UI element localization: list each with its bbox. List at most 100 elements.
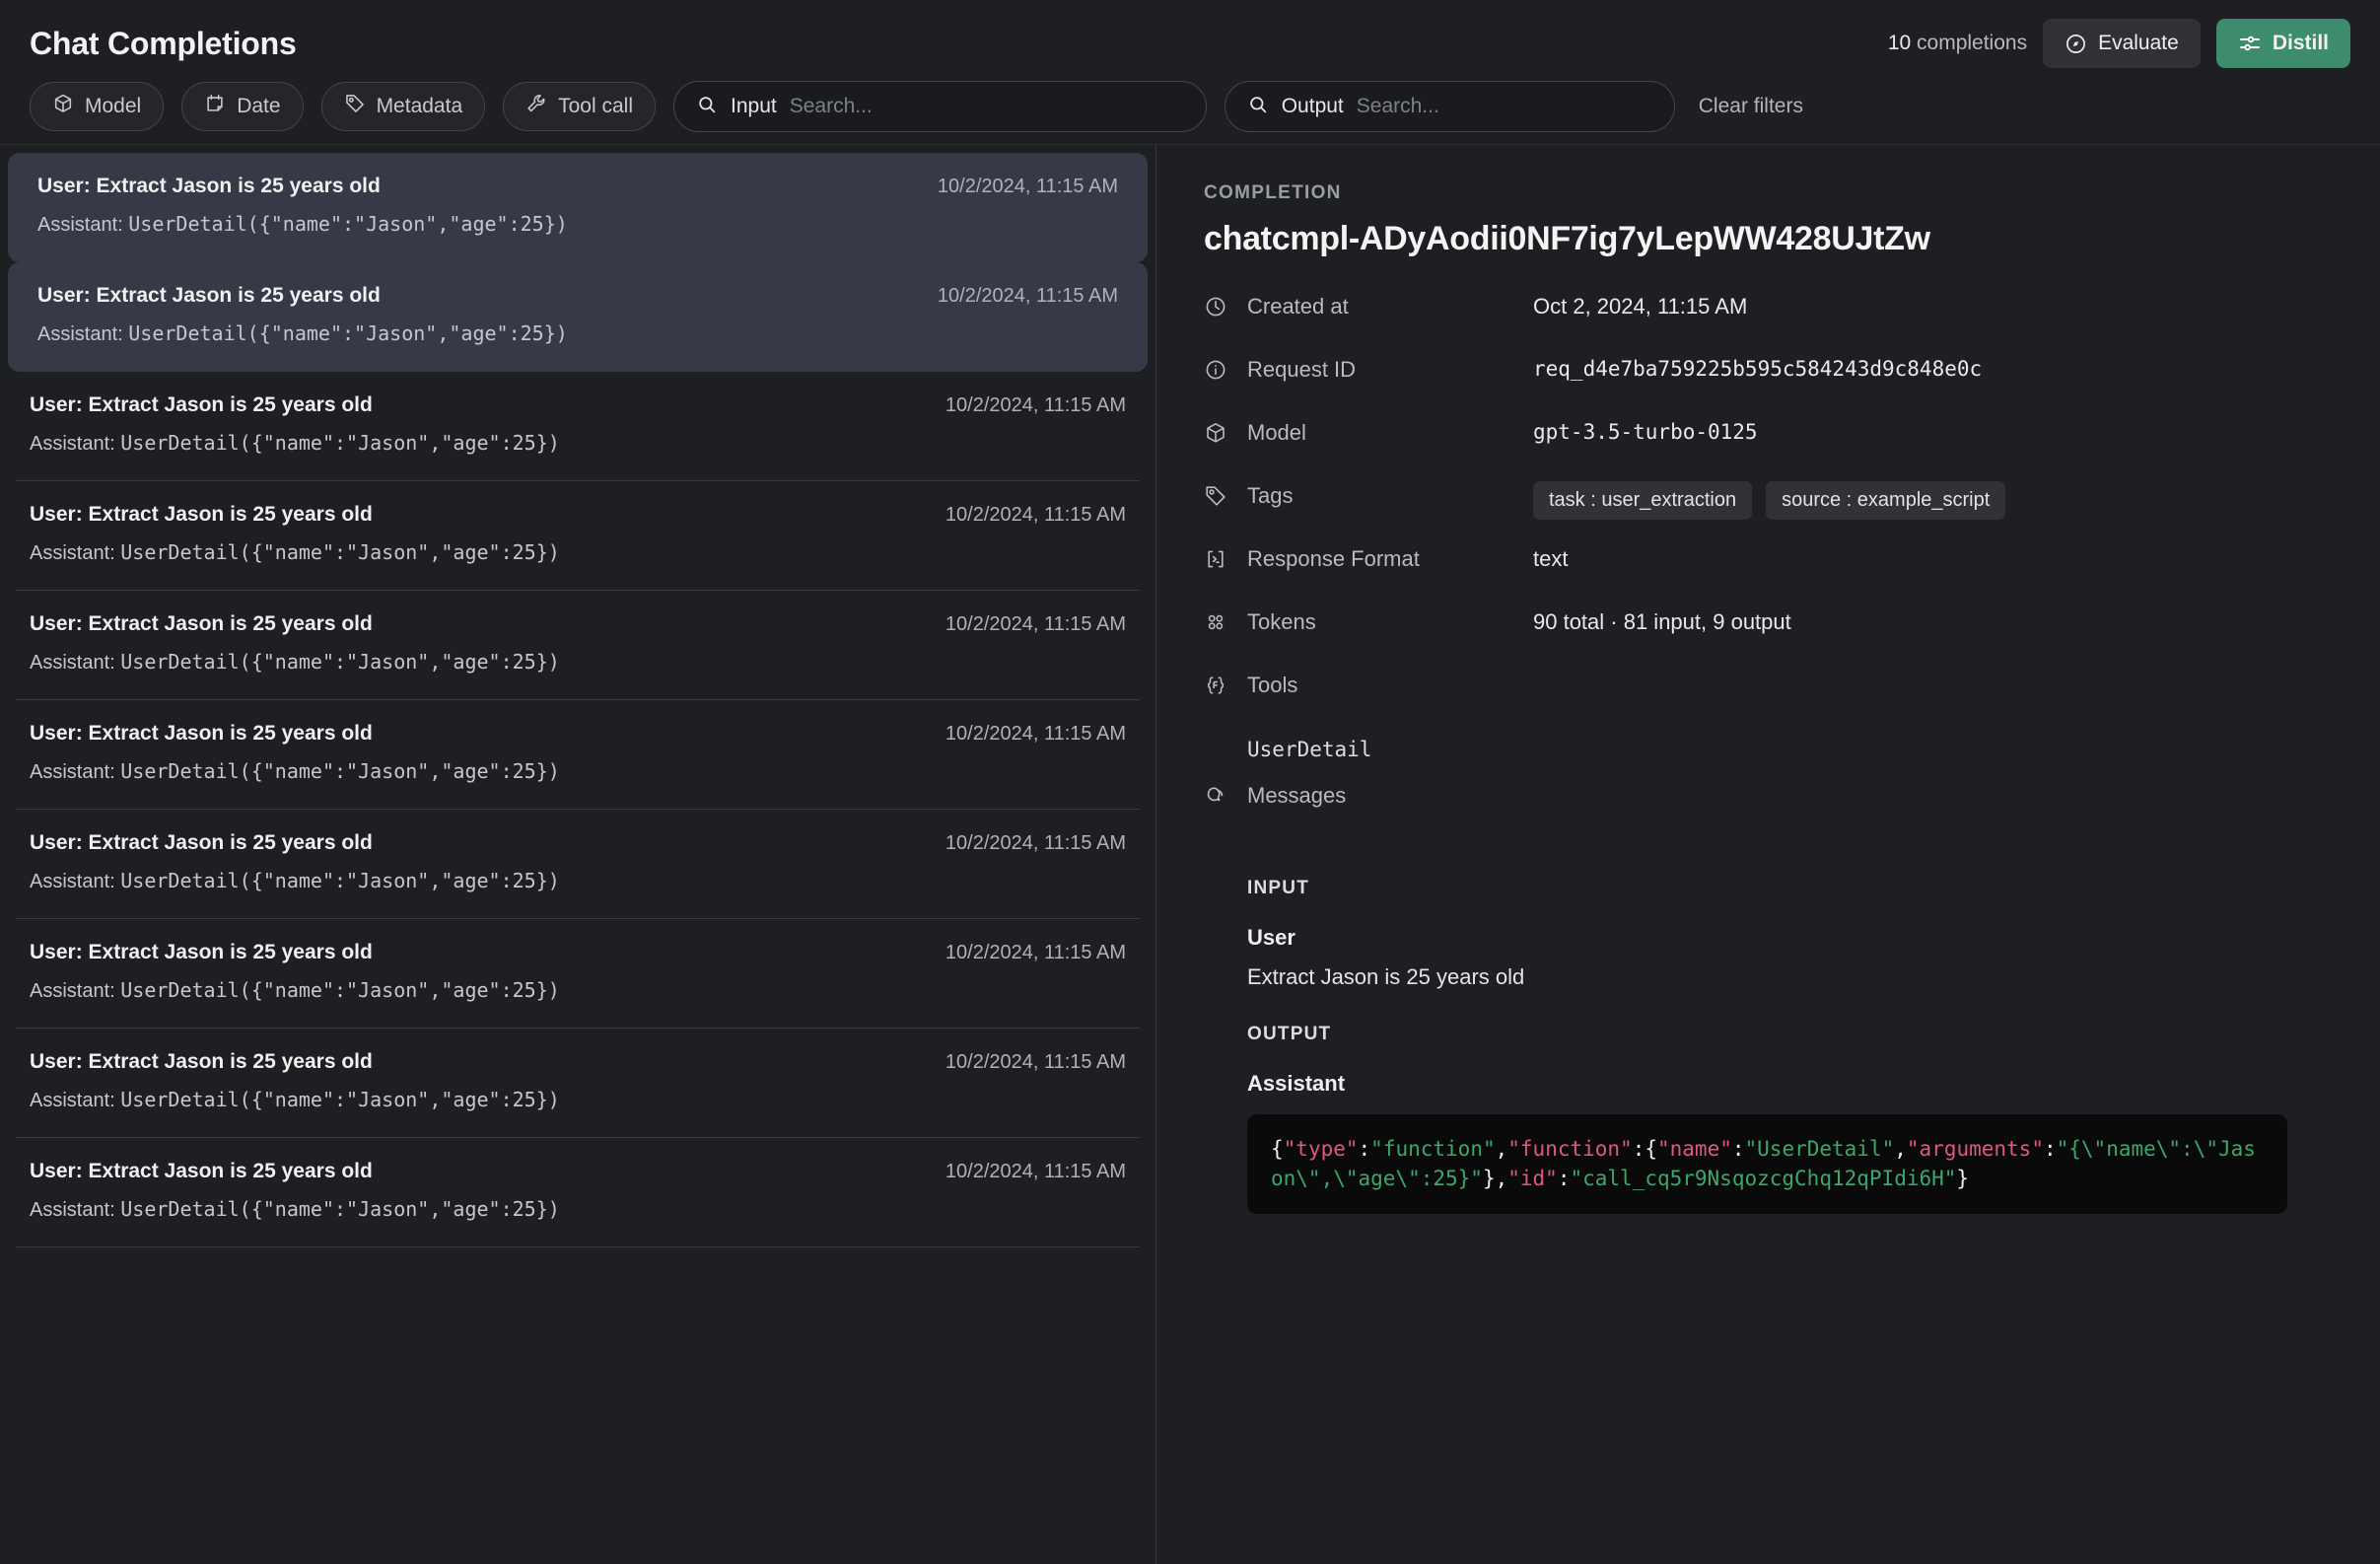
tag-chip: source : example_script (1766, 481, 2005, 520)
list-item-assistant: Assistant: UserDetail({"name":"Jason","a… (30, 1197, 1126, 1222)
meta-row-created-at: Created at Oct 2, 2024, 11:15 AM (1204, 292, 2337, 355)
input-kicker: INPUT (1247, 878, 2337, 899)
list-item-timestamp: 10/2/2024, 11:15 AM (945, 394, 1126, 417)
completion-id: chatcmpl-ADyAodii0NF7ig7yLepWW428UJtZw (1204, 220, 2337, 258)
list-item[interactable]: User: Extract Jason is 25 years old 10/2/… (0, 481, 1155, 591)
list-item-assistant: Assistant: UserDetail({"name":"Jason","a… (37, 321, 1118, 346)
completion-detail-panel: COMPLETION chatcmpl-ADyAodii0NF7ig7yLepW… (1156, 145, 2380, 1564)
list-item-timestamp: 10/2/2024, 11:15 AM (945, 504, 1126, 527)
filter-pill-metadata-label: Metadata (377, 95, 463, 118)
filter-pill-model-label: Model (85, 95, 141, 118)
list-item[interactable]: User: Extract Jason is 25 years old 10/2/… (0, 372, 1155, 481)
filter-pill-tool-call[interactable]: Tool call (503, 82, 656, 131)
code-token: "name" (1657, 1137, 1732, 1161)
list-item[interactable]: User: Extract Jason is 25 years old 10/2/… (0, 919, 1155, 1029)
tools-list: UserDetail (1204, 738, 2337, 761)
calendar-icon (204, 93, 226, 120)
page-title: Chat Completions (30, 26, 297, 62)
header-top-bar: Chat Completions 10 completions Evaluate (30, 18, 2350, 69)
chat-completions-app: Chat Completions 10 completions Evaluate (0, 0, 2380, 1564)
list-item-user: User: Extract Jason is 25 years old (30, 393, 373, 417)
cube-icon (52, 93, 74, 120)
meta-label-request-id: Request ID (1247, 355, 1533, 383)
filter-pill-model[interactable]: Model (30, 82, 164, 131)
input-search-box[interactable]: Input (673, 81, 1207, 132)
messages-block: INPUT User Extract Jason is 25 years old… (1247, 878, 2337, 1214)
output-role: Assistant (1247, 1071, 2337, 1097)
completions-list-inner: User: Extract Jason is 25 years old 10/2/… (0, 145, 1155, 1247)
code-token: , (1496, 1137, 1508, 1161)
list-item-user: User: Extract Jason is 25 years old (37, 175, 381, 198)
list-item-user: User: Extract Jason is 25 years old (37, 284, 381, 308)
cube-icon (1204, 418, 1247, 450)
evaluate-button-label: Evaluate (2098, 32, 2179, 55)
list-item[interactable]: User: Extract Jason is 25 years old 10/2/… (8, 153, 1148, 262)
meta-row-request-id: Request ID req_d4e7ba759225b595c584243d9… (1204, 355, 2337, 418)
list-item-user: User: Extract Jason is 25 years old (30, 722, 373, 746)
meta-row-messages: Messages (1204, 781, 2337, 844)
list-item[interactable]: User: Extract Jason is 25 years old10/2/… (8, 262, 1148, 372)
list-item-user: User: Extract Jason is 25 years old (30, 503, 373, 527)
completions-list[interactable]: User: Extract Jason is 25 years old 10/2/… (0, 145, 1156, 1564)
output-search-box[interactable]: Output (1225, 81, 1675, 132)
input-search-input[interactable] (790, 95, 1184, 118)
header-actions: 10 completions Evaluate (1888, 19, 2350, 68)
list-item-assistant: Assistant: UserDetail({"name":"Jason","a… (30, 869, 1126, 893)
list-item-user: User: Extract Jason is 25 years old (30, 1050, 373, 1074)
list-item[interactable]: User: Extract Jason is 25 years old10/2/… (0, 1029, 1155, 1138)
output-search-input[interactable] (1357, 95, 1652, 118)
completions-count: 10 completions (1888, 32, 2027, 55)
list-item-assistant: Assistant: UserDetail({"name":"Jason","a… (30, 978, 1126, 1003)
filter-bar: Model Date (30, 69, 2350, 144)
list-item[interactable]: User: Extract Jason is 25 years old10/2/… (0, 700, 1155, 810)
code-token: "function" (1370, 1137, 1495, 1161)
filter-pill-metadata[interactable]: Metadata (321, 82, 486, 131)
tool-name: UserDetail (1247, 738, 2337, 761)
detail-kicker: COMPLETION (1204, 182, 2337, 204)
distill-button[interactable]: Distill (2216, 19, 2350, 68)
list-item-timestamp: 10/2/2024, 11:15 AM (938, 176, 1118, 198)
meta-label-tools: Tools (1247, 671, 1533, 698)
meta-value-response-format: text (1533, 544, 1568, 572)
filter-pill-date-label: Date (237, 95, 280, 118)
header: Chat Completions 10 completions Evaluate (0, 0, 2380, 145)
sliders-icon (2238, 32, 2262, 55)
meta-label-response-format: Response Format (1247, 544, 1533, 572)
meta-label-model: Model (1247, 418, 1533, 446)
evaluate-button[interactable]: Evaluate (2043, 19, 2201, 68)
meta-label-messages: Messages (1247, 781, 1533, 809)
list-item[interactable]: User: Extract Jason is 25 years old10/2/… (0, 591, 1155, 700)
code-token: "call_cq5r9NsqozcgChq12qPIdi6H" (1570, 1167, 1956, 1190)
meta-row-response-format: Response Format text (1204, 544, 2337, 607)
code-token: "UserDetail" (1745, 1137, 1895, 1161)
tag-icon (1204, 481, 1247, 513)
output-code-block: {"type":"function","function":{"name":"U… (1247, 1114, 2287, 1214)
clock-icon (1204, 292, 1247, 323)
clear-filters-button[interactable]: Clear filters (1699, 95, 1803, 118)
meta-row-model: Model gpt-3.5-turbo-0125 (1204, 418, 2337, 481)
list-item[interactable]: User: Extract Jason is 25 years old10/2/… (0, 1138, 1155, 1247)
list-item-user: User: Extract Jason is 25 years old (30, 941, 373, 964)
meta-value-request-id: req_d4e7ba759225b595c584243d9c848e0c (1533, 355, 1982, 381)
info-icon (1204, 355, 1247, 387)
function-braces-icon (1204, 671, 1247, 702)
output-search-label: Output (1282, 95, 1344, 118)
list-item-assistant: Assistant: UserDetail({"name":"Jason","a… (30, 1088, 1126, 1112)
list-item-assistant: Assistant: UserDetail({"name":"Jason","a… (37, 212, 1118, 237)
wrench-icon (525, 93, 547, 120)
filter-pill-tool-call-label: Tool call (558, 95, 633, 118)
meta-value-tokens: 90 total · 81 input, 9 output (1533, 607, 1791, 635)
list-item-timestamp: 10/2/2024, 11:15 AM (945, 942, 1126, 964)
meta-label-created-at: Created at (1247, 292, 1533, 320)
code-token: : (1558, 1167, 1571, 1190)
tokens-grid-icon (1204, 607, 1247, 639)
list-item-timestamp: 10/2/2024, 11:15 AM (945, 1161, 1126, 1183)
distill-button-label: Distill (2273, 32, 2329, 55)
meta-row-tools: Tools (1204, 671, 2337, 734)
list-item-timestamp: 10/2/2024, 11:15 AM (945, 832, 1126, 855)
filter-pill-date[interactable]: Date (181, 82, 303, 131)
list-item-assistant: Assistant: UserDetail({"name":"Jason","a… (30, 759, 1126, 784)
list-item-user: User: Extract Jason is 25 years old (30, 612, 373, 636)
list-item[interactable]: User: Extract Jason is 25 years old10/2/… (0, 810, 1155, 919)
code-token: :{ (1633, 1137, 1657, 1161)
